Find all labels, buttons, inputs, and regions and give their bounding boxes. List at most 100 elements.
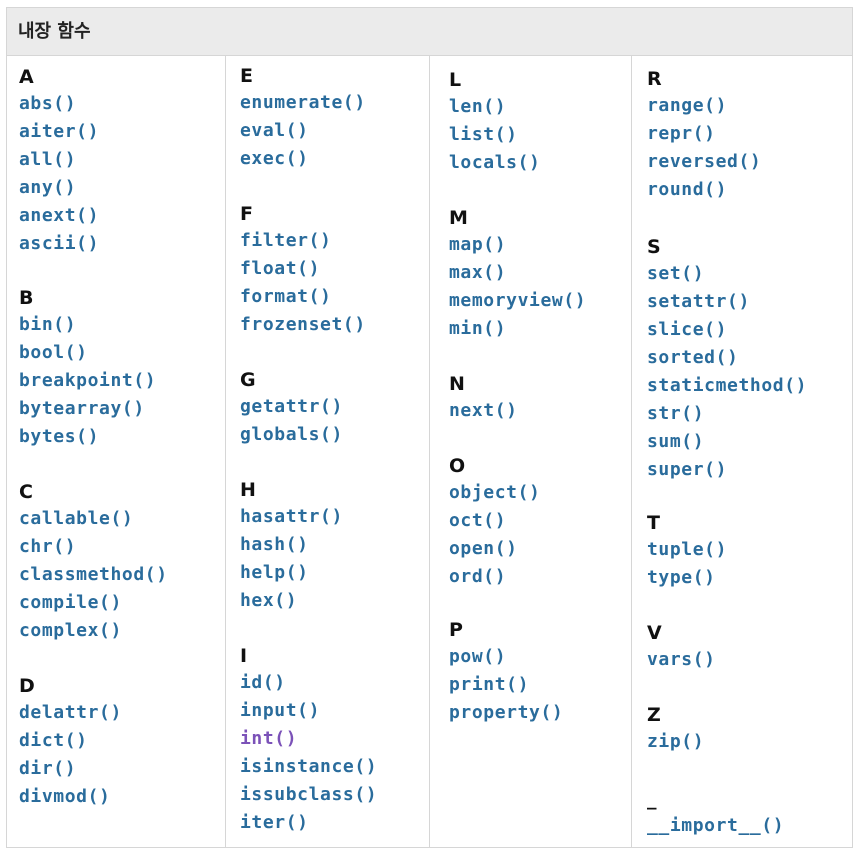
builtin-functions-table: 내장 함수 Aabs() aiter() all() any() anext() asci… — [6, 7, 853, 848]
function-link[interactable]: dir() — [19, 755, 122, 783]
function-link[interactable]: property() — [449, 699, 563, 727]
function-link[interactable]: int() — [240, 725, 377, 753]
group-letter: S — [647, 236, 661, 258]
function-link[interactable]: print() — [449, 671, 563, 699]
group-letter: L — [449, 69, 462, 91]
function-link[interactable]: exec() — [240, 145, 366, 173]
letter-group: Ffilter() float() format() frozenset() — [240, 201, 366, 339]
function-link[interactable]: ascii() — [19, 230, 99, 258]
letter-group: Iid() input() int() isinstance() issubclass(… — [240, 643, 377, 837]
letter-group: Hhasattr() hash() help() hex() — [240, 477, 343, 615]
letter-group: Sset() setattr() slice() sorted() staticmeth… — [647, 234, 807, 484]
group-letter: H — [240, 479, 256, 501]
function-link[interactable]: memoryview() — [449, 287, 586, 315]
letter-group: Ttuple() type() — [647, 510, 727, 592]
group-letter: B — [19, 287, 34, 309]
function-link[interactable]: max() — [449, 259, 586, 287]
function-link[interactable]: super() — [647, 456, 807, 484]
group-letter: N — [449, 373, 465, 395]
function-link[interactable]: help() — [240, 559, 343, 587]
function-link[interactable]: locals() — [449, 149, 541, 177]
function-link[interactable]: callable() — [19, 505, 168, 533]
function-link[interactable]: tuple() — [647, 536, 727, 564]
function-column: Aabs() aiter() all() any() anext() ascii() Bbi… — [7, 56, 226, 847]
function-link[interactable]: __import__() — [647, 812, 784, 840]
function-column: Llen() list() locals() Mmap() max() memoryvie… — [430, 56, 632, 847]
function-link[interactable]: float() — [240, 255, 366, 283]
group-letter: Z — [647, 704, 661, 726]
letter-group: Eenumerate() eval() exec() — [240, 63, 366, 173]
function-link[interactable]: type() — [647, 564, 727, 592]
function-link[interactable]: pow() — [449, 643, 563, 671]
function-link[interactable]: set() — [647, 260, 807, 288]
function-link[interactable]: bool() — [19, 339, 156, 367]
function-link[interactable]: chr() — [19, 533, 168, 561]
function-link[interactable]: frozenset() — [240, 311, 366, 339]
table-title: 내장 함수 — [7, 8, 852, 56]
function-link[interactable]: ord() — [449, 563, 541, 591]
function-link[interactable]: aiter() — [19, 118, 99, 146]
function-link[interactable]: bytearray() — [19, 395, 156, 423]
function-link[interactable]: format() — [240, 283, 366, 311]
function-link[interactable]: staticmethod() — [647, 372, 807, 400]
function-link[interactable]: delattr() — [19, 699, 122, 727]
group-letter: G — [240, 369, 256, 391]
function-link[interactable]: next() — [449, 397, 518, 425]
function-link[interactable]: list() — [449, 121, 541, 149]
function-link[interactable]: complex() — [19, 617, 168, 645]
function-link[interactable]: breakpoint() — [19, 367, 156, 395]
group-letter: A — [19, 66, 34, 88]
group-letter: T — [647, 512, 660, 534]
function-link[interactable]: object() — [449, 479, 541, 507]
function-link[interactable]: vars() — [647, 646, 716, 674]
function-link[interactable]: compile() — [19, 589, 168, 617]
letter-group: Zzip() — [647, 702, 704, 756]
function-link[interactable]: repr() — [647, 120, 761, 148]
letter-group: Bbin() bool() breakpoint() bytearray() bytes… — [19, 285, 156, 451]
function-link[interactable]: len() — [449, 93, 541, 121]
letter-group: Mmap() max() memoryview() min() — [449, 205, 586, 343]
function-link[interactable]: abs() — [19, 90, 99, 118]
group-letter: O — [449, 455, 466, 477]
function-link[interactable]: id() — [240, 669, 377, 697]
function-link[interactable]: hex() — [240, 587, 343, 615]
group-letter: I — [240, 645, 248, 667]
function-link[interactable]: bytes() — [19, 423, 156, 451]
function-link[interactable]: dict() — [19, 727, 122, 755]
function-link[interactable]: min() — [449, 315, 586, 343]
function-link[interactable]: enumerate() — [240, 89, 366, 117]
function-link[interactable]: globals() — [240, 421, 343, 449]
function-columns: Aabs() aiter() all() any() anext() ascii() Bbi… — [7, 56, 852, 847]
function-link[interactable]: getattr() — [240, 393, 343, 421]
function-link[interactable]: slice() — [647, 316, 807, 344]
function-link[interactable]: bin() — [19, 311, 156, 339]
letter-group: Nnext() — [449, 371, 518, 425]
function-link[interactable]: reversed() — [647, 148, 761, 176]
function-link[interactable]: setattr() — [647, 288, 807, 316]
function-link[interactable]: open() — [449, 535, 541, 563]
function-link[interactable]: eval() — [240, 117, 366, 145]
function-link[interactable]: round() — [647, 176, 761, 204]
function-link[interactable]: map() — [449, 231, 586, 259]
function-link[interactable]: sorted() — [647, 344, 807, 372]
function-link[interactable]: range() — [647, 92, 761, 120]
function-link[interactable]: hasattr() — [240, 503, 343, 531]
function-link[interactable]: anext() — [19, 202, 99, 230]
letter-group: Ddelattr() dict() dir() divmod() — [19, 673, 122, 811]
function-link[interactable]: divmod() — [19, 783, 122, 811]
function-link[interactable]: iter() — [240, 809, 377, 837]
function-link[interactable]: issubclass() — [240, 781, 377, 809]
function-link[interactable]: classmethod() — [19, 561, 168, 589]
function-link[interactable]: str() — [647, 400, 807, 428]
function-link[interactable]: oct() — [449, 507, 541, 535]
function-link[interactable]: input() — [240, 697, 377, 725]
function-link[interactable]: hash() — [240, 531, 343, 559]
group-letter: C — [19, 481, 33, 503]
function-link[interactable]: filter() — [240, 227, 366, 255]
group-letter: R — [647, 68, 662, 90]
function-link[interactable]: zip() — [647, 728, 704, 756]
function-link[interactable]: isinstance() — [240, 753, 377, 781]
function-link[interactable]: all() — [19, 146, 99, 174]
function-link[interactable]: sum() — [647, 428, 807, 456]
function-link[interactable]: any() — [19, 174, 99, 202]
